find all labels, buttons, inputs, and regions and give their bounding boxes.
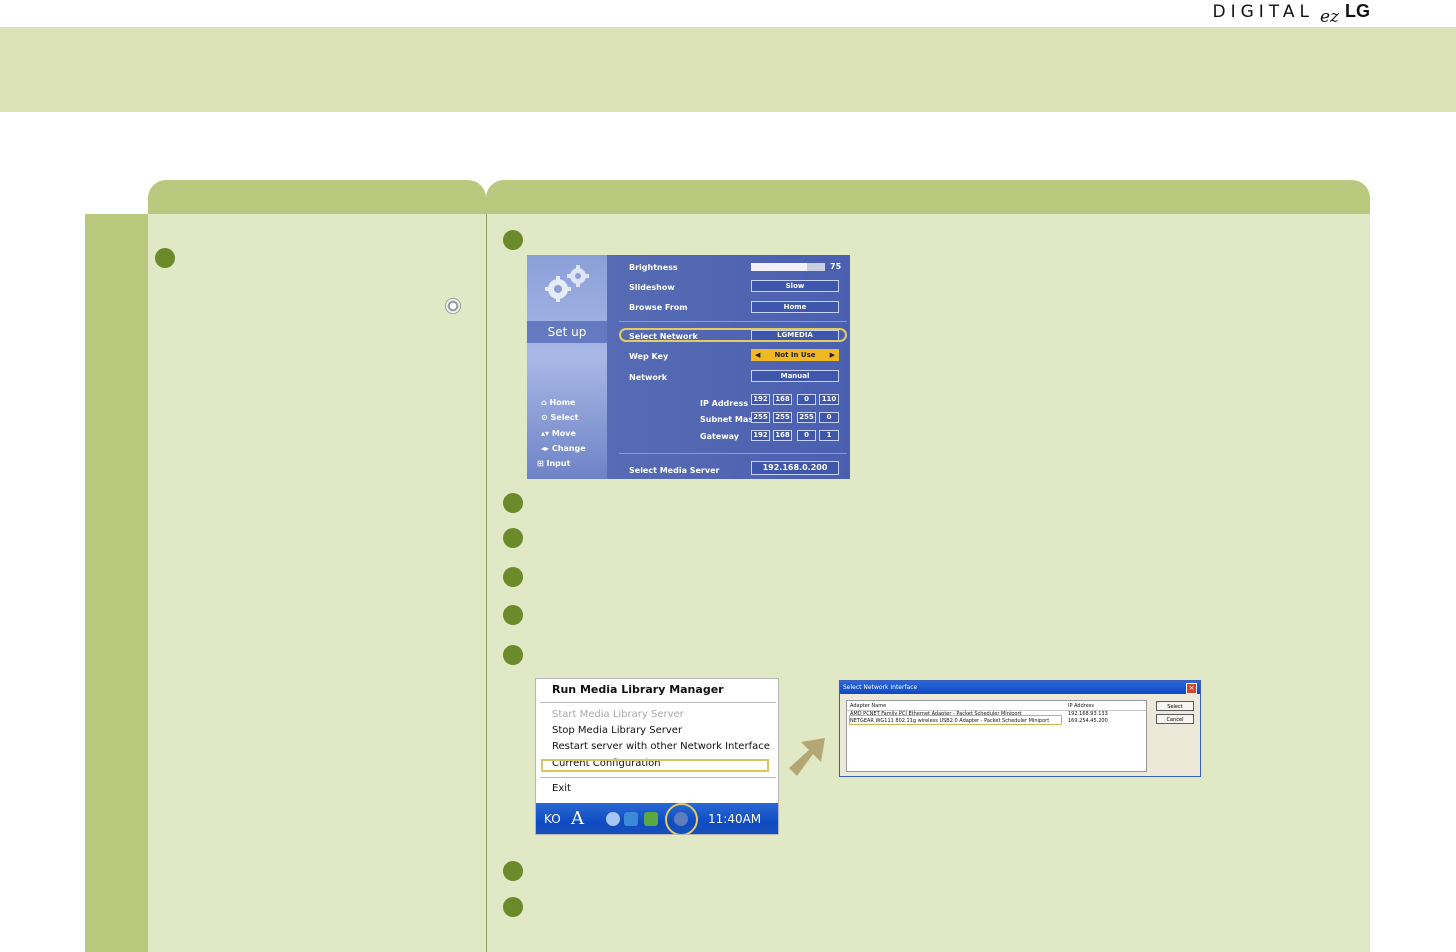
wep-key-value: Not In Use bbox=[774, 351, 816, 359]
legend-change-label: Change bbox=[551, 444, 586, 453]
menu-exit[interactable]: Exit bbox=[552, 783, 571, 794]
ip-address-label: IP Address bbox=[700, 399, 749, 408]
left-column-tab bbox=[148, 180, 486, 214]
ok-button-icon bbox=[445, 298, 461, 314]
brand-lg: LG bbox=[1345, 1, 1370, 21]
slideshow-label: Slideshow bbox=[629, 283, 675, 292]
brand-digital: DIGITAL bbox=[1212, 2, 1314, 22]
wep-key-field[interactable]: ◀ Not In Use ▶ bbox=[751, 349, 839, 361]
language-indicator[interactable]: KO bbox=[544, 812, 561, 826]
setup-screen: Set up ⌂ Home ⊙ Select ▴▾ Move ◂▸ Change… bbox=[527, 255, 850, 479]
select-network-highlight bbox=[619, 328, 847, 342]
gateway-octet-1[interactable]: 192 bbox=[751, 430, 770, 441]
select-network-interface-dialog: Select Network Interface × Adapter Name … bbox=[839, 680, 1201, 777]
legend-change: ◂▸ Change bbox=[541, 444, 586, 453]
arrow-left-icon[interactable]: ◀ bbox=[755, 350, 760, 360]
menu-separator bbox=[540, 777, 776, 778]
side-strip bbox=[85, 214, 148, 952]
brand-logo: DIGITAL ez LG bbox=[1212, 0, 1371, 27]
menu-stop-server[interactable]: Stop Media Library Server bbox=[552, 725, 682, 736]
clock: 11:40AM bbox=[708, 812, 762, 826]
gear-icon bbox=[545, 265, 589, 302]
cancel-button[interactable]: Cancel bbox=[1156, 714, 1194, 724]
column-ip-address[interactable]: IP Address bbox=[1068, 703, 1094, 709]
gateway-octet-2[interactable]: 168 bbox=[773, 430, 792, 441]
menu-restart-server[interactable]: Restart server with other Network Interf… bbox=[552, 741, 770, 752]
step-bullet bbox=[503, 861, 523, 881]
taskbar: KO A 11:40AM bbox=[536, 803, 778, 834]
network-icon[interactable] bbox=[624, 812, 638, 826]
subnet-octet-1[interactable]: 255 bbox=[751, 412, 770, 423]
ime-indicator[interactable]: A bbox=[571, 808, 584, 829]
arrow-icon bbox=[789, 738, 825, 776]
step-bullet bbox=[155, 248, 175, 268]
legend-input-label: Input bbox=[546, 459, 571, 468]
legend-home-label: Home bbox=[549, 398, 576, 407]
close-icon[interactable]: × bbox=[1186, 683, 1197, 694]
legend-select: ⊙ Select bbox=[541, 413, 579, 422]
tray-context-menu: Run Media Library Manager Start Media Li… bbox=[535, 678, 779, 835]
ip-octet-3[interactable]: 0 bbox=[797, 394, 816, 405]
step-bullet bbox=[503, 493, 523, 513]
arrow-right-icon[interactable]: ▶ bbox=[830, 350, 835, 360]
column-divider bbox=[486, 214, 487, 952]
current-configuration-highlight bbox=[541, 759, 769, 772]
legend-move: ▴▾ Move bbox=[541, 429, 576, 438]
step-bullet bbox=[503, 528, 523, 548]
browse-from-field[interactable]: Home bbox=[751, 301, 839, 313]
slideshow-field[interactable]: Slow bbox=[751, 280, 839, 292]
ip-octet-4[interactable]: 110 bbox=[819, 394, 839, 405]
legend-move-label: Move bbox=[551, 429, 576, 438]
divider-line bbox=[619, 321, 847, 322]
menu-start-server: Start Media Library Server bbox=[552, 709, 684, 720]
legend-home: ⌂ Home bbox=[541, 398, 576, 407]
right-column-tab bbox=[486, 180, 1370, 214]
menu-separator bbox=[540, 702, 776, 703]
step-bullet bbox=[503, 605, 523, 625]
network-label: Network bbox=[629, 373, 668, 382]
security-icon[interactable] bbox=[644, 812, 658, 826]
subnet-mask-label: Subnet Mask bbox=[700, 415, 759, 424]
legend-input: ⊞ Input bbox=[537, 459, 571, 468]
ip-octet-1[interactable]: 192 bbox=[751, 394, 770, 405]
adapter-row-1-ip[interactable]: 192.168.93.133 bbox=[1068, 711, 1108, 717]
gateway-label: Gateway bbox=[700, 432, 739, 441]
select-button[interactable]: Select bbox=[1156, 701, 1194, 711]
subnet-octet-2[interactable]: 255 bbox=[773, 412, 792, 423]
step-bullet bbox=[503, 567, 523, 587]
divider-line bbox=[619, 453, 847, 454]
legend-select-label: Select bbox=[550, 413, 579, 422]
brightness-label: Brightness bbox=[629, 263, 678, 272]
media-server-field[interactable]: 192.168.0.200 bbox=[751, 461, 839, 475]
ip-octet-2[interactable]: 168 bbox=[773, 394, 792, 405]
brightness-value: 75 bbox=[830, 262, 842, 271]
subnet-octet-4[interactable]: 0 bbox=[819, 412, 839, 423]
adapter-list: Adapter Name IP Address AMD PCNET Family… bbox=[846, 700, 1147, 772]
wep-key-label: Wep Key bbox=[629, 352, 669, 361]
subnet-octet-3[interactable]: 255 bbox=[797, 412, 816, 423]
dialog-title: Select Network Interface bbox=[840, 681, 1200, 694]
browse-from-label: Browse From bbox=[629, 303, 688, 312]
column-adapter-name[interactable]: Adapter Name bbox=[850, 703, 886, 709]
brand-ez: ez bbox=[1319, 7, 1339, 27]
header-band bbox=[0, 27, 1456, 112]
gateway-octet-3[interactable]: 0 bbox=[797, 430, 816, 441]
tray-arrow-icon[interactable] bbox=[606, 812, 620, 826]
network-field[interactable]: Manual bbox=[751, 370, 839, 382]
adapter-row-2-ip[interactable]: 169.254.45.200 bbox=[1068, 718, 1108, 724]
step-bullet bbox=[503, 230, 523, 250]
selected-row-highlight bbox=[849, 715, 1062, 725]
gateway-octet-4[interactable]: 1 bbox=[819, 430, 839, 441]
brightness-bar-fill bbox=[751, 263, 807, 271]
step-bullet bbox=[503, 645, 523, 665]
media-server-label: Select Media Server bbox=[629, 466, 720, 475]
menu-run-manager[interactable]: Run Media Library Manager bbox=[552, 683, 724, 696]
setup-title: Set up bbox=[527, 321, 607, 343]
step-bullet bbox=[503, 897, 523, 917]
media-library-icon-highlight bbox=[665, 803, 698, 834]
